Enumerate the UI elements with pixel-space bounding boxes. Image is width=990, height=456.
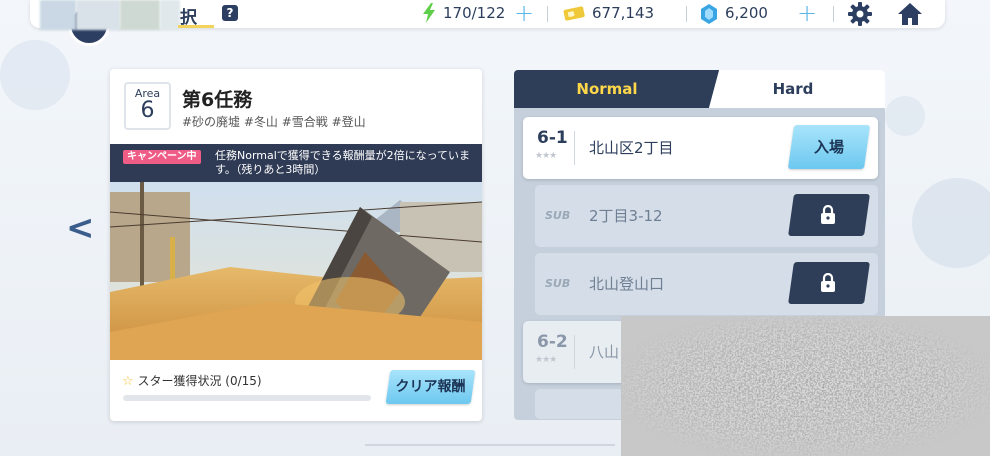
divider xyxy=(833,6,834,22)
stage-id: 6-1 xyxy=(537,128,568,148)
add-gems-button[interactable]: + xyxy=(797,0,817,26)
stage-stars: ★★★ xyxy=(535,151,557,161)
divider xyxy=(574,335,575,369)
redacted-area xyxy=(76,0,120,30)
stage-name: 北山登山口 xyxy=(589,275,665,293)
star-progress-bar xyxy=(123,395,371,401)
area-tags: #砂の廃墟 #冬山 #雪合戦 #登山 xyxy=(182,115,366,129)
star-icon: ☆ xyxy=(122,374,134,389)
clear-reward-label: クリア報酬 xyxy=(395,379,466,395)
gear-icon[interactable] xyxy=(848,2,872,26)
stamina-value: 170/122 xyxy=(443,4,506,22)
campaign-badge: キャンペーン中 xyxy=(123,150,201,164)
lock-icon xyxy=(821,205,835,224)
stage-row[interactable]: 6-1 ★★★ 北山区2丁目 入場 xyxy=(523,117,878,179)
star-status: ☆ スター獲得状況 (0/15) xyxy=(122,372,262,389)
credits-value: 677,143 xyxy=(592,4,655,22)
sub-tag: SUB xyxy=(545,277,571,290)
stage-id: 6-2 xyxy=(537,332,568,352)
clear-reward-button[interactable]: クリア報酬 xyxy=(385,370,476,404)
stage-name: 北山区2丁目 xyxy=(589,139,674,157)
tab-hard[interactable]: Hard xyxy=(700,70,885,108)
previous-area-button[interactable]: < xyxy=(66,210,95,246)
divider xyxy=(547,6,548,22)
lock-icon xyxy=(821,273,835,292)
campaign-text: 任務Normalで獲得できる報酬量が2倍になっています。（残りあと3時間） xyxy=(215,149,471,176)
star-status-text: スター獲得状況 (0/15) xyxy=(137,374,262,388)
redacted-overlay xyxy=(621,316,990,456)
stage-stars: ★★★ xyxy=(535,355,557,365)
redacted-area xyxy=(160,0,180,30)
campaign-banner: キャンペーン中 任務Normalで獲得できる報酬量が2倍になっています。（残りあ… xyxy=(110,144,482,182)
home-icon[interactable] xyxy=(897,2,923,26)
title-underline xyxy=(178,25,214,28)
tab-normal[interactable]: Normal xyxy=(514,70,700,108)
area-scene-image xyxy=(110,182,482,360)
redacted-area xyxy=(40,0,76,30)
sub-tag: SUB xyxy=(545,209,571,222)
divider xyxy=(574,131,575,165)
area-number: 6 xyxy=(140,98,155,123)
redacted-area xyxy=(120,0,160,30)
credit-ticket-icon xyxy=(563,6,585,21)
divider xyxy=(686,6,687,22)
area-card: Area 6 第6任務 #砂の廃墟 #冬山 #雪合戦 #登山 キャンペーン中 任… xyxy=(110,69,482,421)
background-bubble xyxy=(912,178,990,268)
stage-name: 八山 xyxy=(589,343,620,361)
sub-stage-row[interactable]: SUB 2丁目3-12 xyxy=(535,185,878,247)
help-icon[interactable]: ? xyxy=(222,5,238,21)
enter-button[interactable]: 入場 xyxy=(787,125,871,169)
gem-icon xyxy=(701,4,717,24)
locked-button[interactable] xyxy=(788,262,870,304)
sub-stage-row[interactable]: SUB 北山登山口 xyxy=(535,253,878,315)
stamina-bolt-icon xyxy=(423,3,435,23)
gems-value: 6,200 xyxy=(725,4,768,22)
enter-label: 入場 xyxy=(813,138,844,156)
area-title: 第6任務 xyxy=(182,89,253,111)
add-stamina-button[interactable]: + xyxy=(514,0,534,26)
background-bubble xyxy=(0,40,70,110)
stage-name: 2丁目3-12 xyxy=(589,207,663,225)
background-bubble xyxy=(885,96,925,136)
locked-button[interactable] xyxy=(788,194,870,236)
bottom-divider xyxy=(365,444,615,446)
area-badge: Area 6 xyxy=(124,82,171,130)
